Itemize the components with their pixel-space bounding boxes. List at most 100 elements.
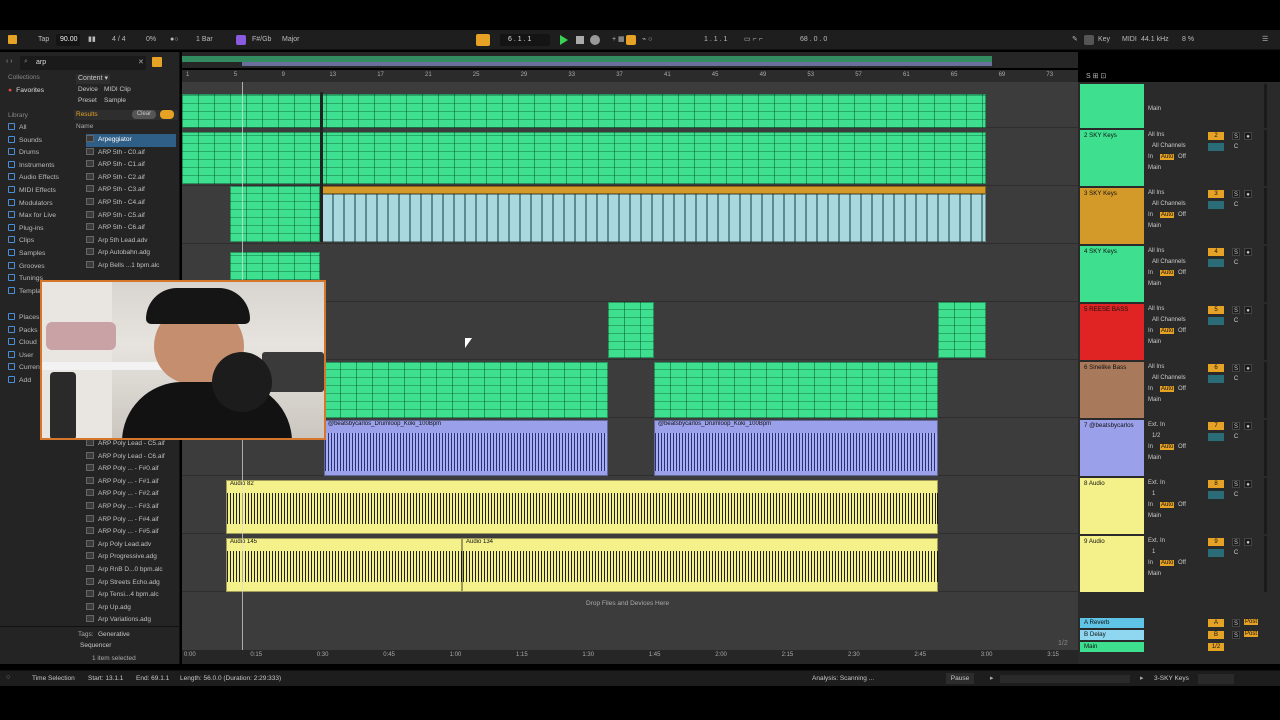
automation-arm-icon[interactable]: ⌁ ○ xyxy=(642,34,652,46)
volume-field[interactable] xyxy=(1208,491,1224,499)
filter-preset[interactable]: Preset xyxy=(78,97,97,104)
time-signature[interactable]: 4 / 4 xyxy=(112,34,126,46)
track-header[interactable]: 4 SKY Keys xyxy=(1080,246,1144,302)
solo-button[interactable]: S xyxy=(1232,190,1240,198)
volume-field[interactable] xyxy=(1208,433,1224,441)
pan-field[interactable]: C xyxy=(1232,201,1240,209)
places-item[interactable]: Add xyxy=(8,375,31,386)
return-activator[interactable]: B xyxy=(1208,631,1224,639)
nav-arrow-icon[interactable]: ▸ xyxy=(1140,674,1144,682)
scale-icon[interactable] xyxy=(236,35,246,45)
volume-field[interactable] xyxy=(1208,375,1224,383)
places-item[interactable]: User xyxy=(8,350,33,361)
input-channel-select[interactable]: All Channels xyxy=(1152,317,1186,323)
scroll-overview[interactable] xyxy=(1000,675,1130,683)
output-select[interactable]: Main xyxy=(1148,223,1161,229)
time-ruler[interactable]: 0:00 0:15 0:30 0:45 1:00 1:15 1:30 1:45 2:00 2:15… xyxy=(182,650,1078,664)
track-header[interactable]: 3 SKY Keys xyxy=(1080,188,1144,244)
volume-field[interactable] xyxy=(1208,317,1224,325)
return-track-header[interactable]: B Delay xyxy=(1080,630,1144,640)
monitor-off[interactable]: Off xyxy=(1178,328,1186,334)
input-channel-select[interactable]: 1 xyxy=(1152,549,1155,555)
overview-strip[interactable] xyxy=(182,52,1078,68)
monitor-off[interactable]: Off xyxy=(1178,560,1186,566)
solo-button[interactable]: S xyxy=(1232,480,1240,488)
browser-result-item[interactable]: ARP Poly ... - F#1.aif xyxy=(86,476,176,489)
loop-start[interactable]: 1 . 1 . 1 xyxy=(704,34,727,46)
browser-result-item[interactable]: Arp Progressive.adg xyxy=(86,551,176,564)
monitor-in[interactable]: In xyxy=(1148,328,1153,334)
track-activator[interactable]: 5 xyxy=(1208,306,1224,314)
midi-clip[interactable] xyxy=(230,252,320,280)
output-select[interactable]: Main xyxy=(1148,339,1161,345)
midi-clip[interactable] xyxy=(938,302,986,358)
metronome-icon[interactable]: ▮▮ xyxy=(88,34,96,46)
clear-search-icon[interactable]: ✕ xyxy=(138,58,144,66)
library-item[interactable]: All xyxy=(8,122,27,133)
midi-clip[interactable] xyxy=(324,362,608,418)
browser-search-input[interactable]: arp xyxy=(20,56,146,70)
overdub-icon[interactable]: + ▦ xyxy=(612,34,625,46)
monitor-in[interactable]: In xyxy=(1148,270,1153,276)
browser-result-item[interactable]: ARP 5th - C4.aif xyxy=(86,197,176,210)
return-track-header[interactable]: A Reverb xyxy=(1080,618,1144,628)
library-item[interactable]: Plug-ins xyxy=(8,223,44,234)
browser-result-item[interactable]: ARP Poly ... - F#0.aif xyxy=(86,463,176,476)
output-select[interactable]: Main xyxy=(1148,106,1161,112)
input-channel-select[interactable]: All Channels xyxy=(1152,259,1186,265)
output-select[interactable]: Main xyxy=(1148,281,1161,287)
monitor-auto[interactable]: Auto xyxy=(1160,560,1175,566)
browser-result-item[interactable]: Arp RnB D...0 bpm.alc xyxy=(86,564,176,577)
track-header[interactable]: 6 Sinelike Bass xyxy=(1080,362,1144,418)
key-map-button[interactable]: Key xyxy=(1098,34,1110,46)
arm-button[interactable]: ● xyxy=(1244,538,1252,546)
name-column-header[interactable]: Name xyxy=(76,123,93,130)
browser-result-item[interactable]: ARP Poly Lead - C6.aif xyxy=(86,451,176,464)
browser-result-item[interactable]: ARP Poly ... - F#2.aif xyxy=(86,488,176,501)
browser-result-item[interactable]: ARP 5th - C1.aif xyxy=(86,159,176,172)
track-header[interactable]: 7 @beatsbycarlos xyxy=(1080,420,1144,476)
output-select[interactable]: Main xyxy=(1148,571,1161,577)
browser-result-item[interactable]: ARP 5th - C3.aif xyxy=(86,184,176,197)
track-activator[interactable]: 7 xyxy=(1208,422,1224,430)
track-activator[interactable]: 6 xyxy=(1208,364,1224,372)
volume-field[interactable] xyxy=(1208,549,1224,557)
post-button[interactable]: Post xyxy=(1244,619,1259,625)
pan-field[interactable]: C xyxy=(1232,143,1240,151)
monitor-in[interactable]: In xyxy=(1148,444,1153,450)
filter-sample[interactable]: Sample xyxy=(104,97,126,104)
browser-result-item[interactable]: ARP 5th - C5.aif xyxy=(86,210,176,223)
bar-ruler[interactable]: 1 5 9 13 17 21 25 29 33 37 41 45 49 53 57 61 65 69 73 xyxy=(182,70,1078,82)
browser-result-item[interactable]: Arp 5th Lead.adv xyxy=(86,235,176,248)
output-select[interactable]: Main xyxy=(1148,455,1161,461)
scale-mode[interactable]: Major xyxy=(282,34,300,46)
library-item[interactable]: Clips xyxy=(8,235,34,246)
clear-results-button[interactable]: Clear xyxy=(132,110,156,119)
menu-icon[interactable]: ☰ xyxy=(1262,34,1268,46)
input-channel-select[interactable]: All Channels xyxy=(1152,201,1186,207)
input-channel-select[interactable]: All Channels xyxy=(1152,143,1186,149)
return-activator[interactable]: A xyxy=(1208,619,1224,627)
arm-button[interactable]: ● xyxy=(1244,132,1252,140)
filter-icon[interactable] xyxy=(152,57,162,67)
input-type-select[interactable]: All Ins xyxy=(1148,306,1164,312)
browser-result-item[interactable]: ARP Poly ... - F#4.aif xyxy=(86,514,176,527)
track-header[interactable]: 5 REESE BASS xyxy=(1080,304,1144,360)
draw-mode-icon[interactable]: ✎ xyxy=(1072,34,1078,46)
return-activator[interactable]: 1/2 xyxy=(1208,643,1224,651)
monitor-auto[interactable]: Auto xyxy=(1160,212,1175,218)
browser-result-item[interactable]: ARP Poly ... - F#3.aif xyxy=(86,501,176,514)
places-item[interactable]: Packs xyxy=(8,325,38,336)
browser-result-item[interactable]: Arp Tensi...4 bpm.alc xyxy=(86,589,176,602)
browser-result-item[interactable]: Arp Streets Echo.adg xyxy=(86,577,176,590)
quantize-select[interactable]: 1 Bar xyxy=(196,34,213,46)
track-header[interactable]: 8 Audio xyxy=(1080,478,1144,534)
pan-field[interactable]: C xyxy=(1232,549,1240,557)
solo-button[interactable]: S xyxy=(1232,132,1240,140)
midi-clip-selected[interactable] xyxy=(322,194,986,242)
browser-result-item[interactable]: ARP 5th - C2.aif xyxy=(86,172,176,185)
library-item[interactable]: Grooves xyxy=(8,261,45,272)
input-type-select[interactable]: All Ins xyxy=(1148,248,1164,254)
browser-result-item[interactable]: Arp Poly Lead.adv xyxy=(86,539,176,552)
tag-generative[interactable]: Generative xyxy=(98,631,130,638)
